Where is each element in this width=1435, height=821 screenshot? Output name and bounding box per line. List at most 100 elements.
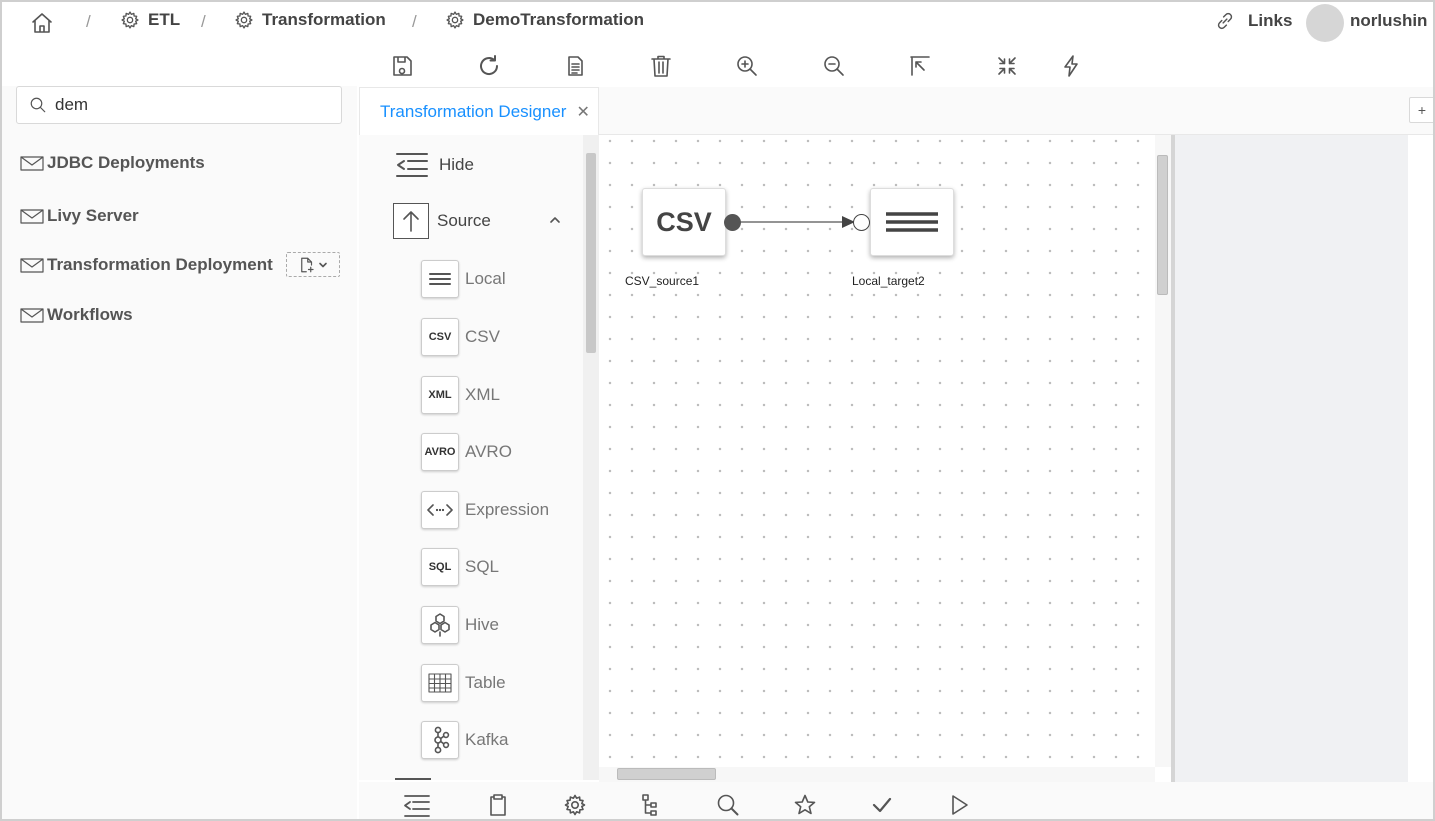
delete-button[interactable] <box>649 54 673 78</box>
breadcrumb-separator: / <box>412 12 417 31</box>
fit-to-page-icon <box>910 56 930 76</box>
username[interactable]: norlushin <box>1350 11 1427 31</box>
design-canvas[interactable]: CSV CSV_source1 Local_target2 <box>599 135 1155 767</box>
fit-to-page-button[interactable] <box>908 54 932 78</box>
delete-icon <box>651 55 671 77</box>
run-button[interactable] <box>1059 54 1083 78</box>
palette-item-table[interactable]: Table <box>421 664 506 702</box>
palette-item-hive[interactable]: Hive <box>421 606 499 644</box>
new-file-dropdown[interactable] <box>286 252 340 277</box>
envelope-icon <box>20 258 44 273</box>
local-target-node[interactable] <box>870 188 954 256</box>
search-input[interactable] <box>55 95 315 115</box>
sidebar-item-transformation-deployment[interactable]: Transformation Deployment <box>20 255 273 275</box>
palette-item-label: CSV <box>465 327 500 346</box>
tree-button[interactable] <box>640 793 666 819</box>
breadcrumb-label: ETL <box>148 10 181 29</box>
palette-item-xml[interactable]: XML XML <box>421 376 500 414</box>
avro-icon: AVRO <box>421 433 459 471</box>
chevron-up-icon[interactable] <box>549 215 561 225</box>
scrollbar-thumb[interactable] <box>617 768 716 780</box>
zoom-out-button[interactable] <box>822 54 846 78</box>
sidebar-item-livy-server[interactable]: Livy Server <box>20 206 139 226</box>
palette-scrollbar[interactable] <box>583 135 599 780</box>
collapse-icon <box>998 57 1016 75</box>
collapse-button[interactable] <box>995 54 1019 78</box>
csv-icon: CSV <box>421 318 459 356</box>
search-box[interactable] <box>16 86 342 124</box>
document-button[interactable] <box>563 54 587 78</box>
app-window: / ETL / Transformation / DemoTransformat… <box>0 0 1435 821</box>
palette-item-kafka[interactable]: Kafka <box>421 721 508 759</box>
gear-icon <box>121 11 139 29</box>
zoom-in-icon <box>737 56 757 76</box>
zoom-out-icon <box>824 56 844 76</box>
palette-item-label: XML <box>465 385 500 404</box>
canvas-vertical-scrollbar[interactable] <box>1155 135 1171 767</box>
settings-button[interactable] <box>563 793 589 819</box>
star-icon <box>794 794 816 815</box>
search-button[interactable] <box>716 793 742 819</box>
source-section-header[interactable]: Source <box>393 203 491 239</box>
gear-icon <box>446 11 464 29</box>
bottom-toolbar <box>359 782 1433 819</box>
palette-item-sql[interactable]: SQL SQL <box>421 548 499 586</box>
home-button[interactable] <box>30 11 54 35</box>
gear-icon <box>235 11 253 29</box>
refresh-button[interactable] <box>477 54 501 78</box>
check-icon <box>872 797 892 813</box>
right-margin <box>1408 135 1433 782</box>
palette-item-local[interactable]: Local <box>421 260 506 298</box>
search-icon <box>717 794 739 816</box>
properties-panel <box>1175 135 1408 782</box>
favorite-button[interactable] <box>793 793 819 819</box>
tree-icon <box>642 794 657 816</box>
scrollbar-thumb[interactable] <box>586 153 596 353</box>
avatar[interactable] <box>1306 4 1344 42</box>
table-icon <box>421 664 459 702</box>
breadcrumb-etl[interactable]: ETL <box>120 10 180 30</box>
hide-palette-button[interactable]: Hide <box>395 151 474 179</box>
tab-bar: Transformation Designer ✕ + <box>359 87 1433 135</box>
canvas-horizontal-scrollbar[interactable] <box>599 767 1155 782</box>
source-icon <box>393 203 429 239</box>
clipboard-button[interactable] <box>486 793 512 819</box>
tab-transformation-designer[interactable]: Transformation Designer ✕ <box>359 87 599 135</box>
breadcrumb-separator: / <box>201 12 206 31</box>
expression-icon <box>421 491 459 529</box>
links-button[interactable]: Links <box>1214 10 1292 32</box>
refresh-icon <box>480 55 499 75</box>
document-icon <box>568 56 583 76</box>
outline-icon <box>404 795 430 817</box>
add-tab-button[interactable]: + <box>1409 97 1433 123</box>
home-icon <box>32 13 52 33</box>
outline-button[interactable] <box>403 793 430 819</box>
palette-item-label: Table <box>465 673 506 692</box>
sidebar-item-workflows[interactable]: Workflows <box>20 305 133 325</box>
play-icon <box>952 795 968 815</box>
validate-button[interactable] <box>870 793 896 819</box>
play-button[interactable] <box>947 793 973 819</box>
palette-item-label: SQL <box>465 557 500 576</box>
envelope-icon <box>20 156 44 171</box>
csv-source-node[interactable]: CSV <box>642 188 726 256</box>
breadcrumb-separator: / <box>86 12 91 31</box>
save-button[interactable] <box>390 54 414 78</box>
close-icon[interactable]: ✕ <box>576 102 589 122</box>
palette-item-label: Hive <box>465 615 500 634</box>
palette-item-csv[interactable]: CSV CSV <box>421 318 500 356</box>
settings-icon <box>564 794 586 816</box>
run-icon <box>1064 55 1078 77</box>
palette-item-avro[interactable]: AVRO AVRO <box>421 433 512 471</box>
scrollbar-thumb[interactable] <box>1157 155 1168 295</box>
breadcrumb-transformation[interactable]: Transformation <box>234 10 386 30</box>
breadcrumb-demotransformation[interactable]: DemoTransformation <box>445 10 644 30</box>
sidebar-item-jdbc-deployments[interactable]: JDBC Deployments <box>20 153 205 173</box>
tab-label: Transformation Designer <box>380 101 567 121</box>
zoom-in-button[interactable] <box>735 54 759 78</box>
input-port[interactable] <box>853 214 870 231</box>
search-icon <box>30 97 46 113</box>
node-label: CSV_source1 <box>625 274 700 288</box>
palette-item-expression[interactable]: Expression <box>421 491 549 529</box>
output-port[interactable] <box>724 214 741 231</box>
